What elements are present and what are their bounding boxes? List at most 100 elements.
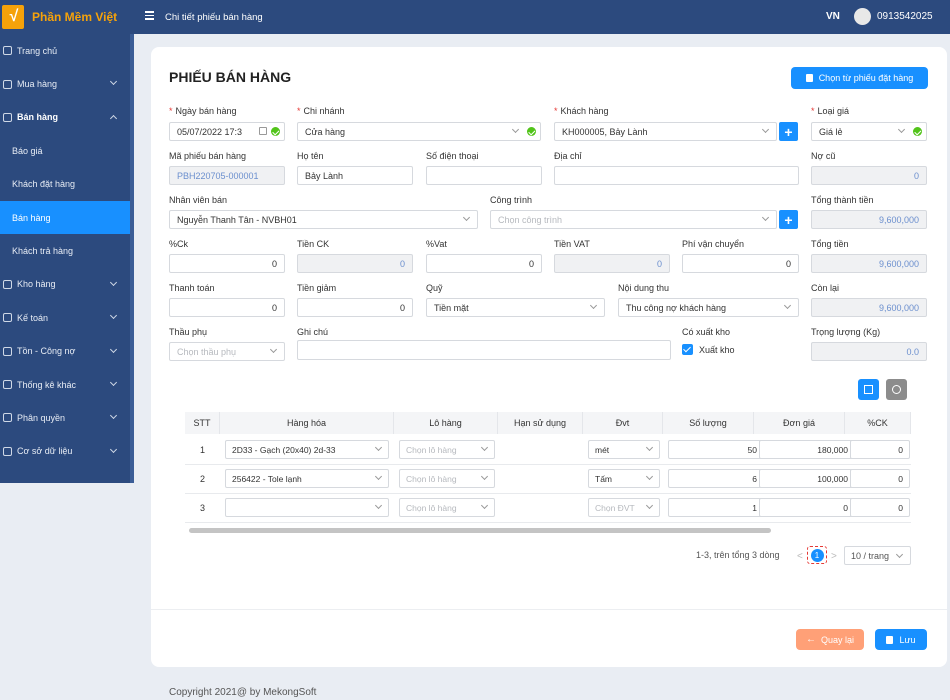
- chevron-down-icon: [511, 125, 520, 134]
- don-gia-input[interactable]: 180,000: [759, 440, 855, 459]
- so-luong-input[interactable]: 1: [668, 498, 764, 517]
- cong-trinh-select[interactable]: Chọn công trình: [490, 210, 777, 229]
- dvt-select[interactable]: mét: [588, 440, 660, 459]
- language-switcher[interactable]: VN: [826, 11, 840, 22]
- add-row-button[interactable]: [858, 379, 879, 400]
- quy-value: Tiền mặt: [434, 303, 469, 313]
- chi-nhanh-value: Cửa hàng: [305, 127, 346, 137]
- save-button[interactable]: Lưu: [875, 629, 927, 650]
- dvt-value: Tấm: [595, 474, 612, 484]
- user-phone[interactable]: 0913542025: [877, 11, 933, 22]
- cong-trinh-placeholder: Chọn công trình: [498, 215, 563, 225]
- khach-hang-select[interactable]: KH000005, Bảy Lành: [554, 122, 777, 141]
- sidebar-item-mua-hang[interactable]: Mua hàng: [0, 67, 130, 100]
- pagination-page-current[interactable]: 1: [807, 546, 827, 564]
- sidebar-item-kho-hang[interactable]: Kho hàng: [0, 268, 130, 301]
- chevron-down-icon: [589, 301, 598, 310]
- sidebar-item-ban-hang-active[interactable]: Bán hàng: [0, 200, 130, 235]
- pagination-next-button[interactable]: >: [831, 551, 837, 562]
- don-gia-input[interactable]: 100,000: [759, 469, 855, 488]
- sidebar-item-co-so-du-lieu[interactable]: Cơ sở dữ liệu: [0, 435, 130, 468]
- avatar[interactable]: [854, 8, 871, 25]
- sidebar-item-label: Cơ sở dữ liệu: [17, 446, 73, 457]
- sales-receipt-card: PHIẾU BÁN HÀNG Chọn từ phiếu đặt hàng * N…: [151, 47, 947, 667]
- ghi-chu-textarea[interactable]: [297, 340, 671, 360]
- chevron-up-icon: [109, 114, 118, 122]
- hang-hoa-select[interactable]: 2D33 - Gạch (20x40) 2d-33: [225, 440, 389, 459]
- table-row: 1 2D33 - Gạch (20x40) 2d-33 Chọn lô hàng…: [185, 436, 911, 465]
- ck-input[interactable]: 0: [169, 254, 285, 273]
- ck-cell-input[interactable]: 0: [850, 498, 910, 517]
- phi-van-chuyen-input[interactable]: 0: [682, 254, 799, 273]
- chi-nhanh-select[interactable]: Cửa hàng: [297, 122, 541, 141]
- add-project-button[interactable]: +: [779, 210, 798, 229]
- sidebar-item-ban-hang[interactable]: Bán hàng: [0, 101, 130, 134]
- check-circle-icon: [271, 127, 280, 136]
- brand[interactable]: √ Phần Mềm Việt: [0, 0, 134, 34]
- table-row: 3 Chọn lô hàng Chọn ĐVT 1 0 0: [185, 494, 911, 523]
- chevron-down-icon: [109, 445, 118, 453]
- lo-hang-select[interactable]: Chọn lô hàng: [399, 440, 495, 459]
- hang-hoa-select[interactable]: 256422 - Tole lạnh: [225, 469, 389, 488]
- accounting-icon: [3, 313, 12, 323]
- sidebar-item-trang-chu[interactable]: Trang chủ: [0, 34, 130, 67]
- check-circle-icon: [527, 127, 536, 136]
- copyright: Copyright 2021@ by MekongSoft: [169, 687, 317, 698]
- pagination-prev-button[interactable]: <: [797, 551, 803, 562]
- col-header-ck: %CK: [845, 412, 911, 434]
- lo-hang-select[interactable]: Chọn lô hàng: [399, 498, 495, 517]
- dia-chi-input[interactable]: [554, 166, 799, 185]
- sale-icon: [3, 112, 12, 122]
- chevron-down-icon: [761, 125, 770, 134]
- cell-stt: 3: [199, 503, 205, 513]
- sidebar-item-khach-tra-hang[interactable]: Khách trả hàng: [0, 234, 130, 267]
- sidebar-item-thong-ke-khac[interactable]: Thống kê khác: [0, 368, 130, 401]
- chevron-down-icon: [109, 345, 118, 353]
- choose-from-order-button[interactable]: Chọn từ phiếu đặt hàng: [791, 67, 928, 89]
- breadcrumb: Chi tiết phiếu bán hàng: [165, 12, 263, 23]
- tong-thanh-tien-label: Tổng thành tiền: [811, 195, 874, 205]
- thanh-toan-input[interactable]: 0: [169, 298, 285, 317]
- home-icon: [3, 46, 12, 56]
- page-size-select[interactable]: 10 / trang: [844, 546, 911, 565]
- lo-hang-placeholder: Chọn lô hàng: [406, 474, 457, 484]
- back-button[interactable]: ← Quay lại: [796, 629, 864, 650]
- chevron-down-icon: [109, 78, 118, 86]
- thau-phu-select[interactable]: Chọn thầu phụ: [169, 342, 285, 361]
- xuat-kho-checkbox[interactable]: [682, 344, 693, 355]
- add-customer-button[interactable]: +: [779, 122, 798, 141]
- hang-hoa-select[interactable]: [225, 498, 389, 517]
- sidebar-item-bao-gia[interactable]: Báo giá: [0, 134, 130, 167]
- hang-hoa-value: 2D33 - Gạch (20x40) 2d-33: [232, 445, 336, 455]
- chevron-down-icon: [783, 301, 792, 310]
- don-gia-input[interactable]: 0: [759, 498, 855, 517]
- ho-ten-input[interactable]: Bảy Lành: [297, 166, 413, 185]
- lo-hang-select[interactable]: Chọn lô hàng: [399, 469, 495, 488]
- sidebar-item-ton-cong-no[interactable]: Tồn - Công nợ: [0, 335, 130, 368]
- dvt-select[interactable]: Chọn ĐVT: [588, 498, 660, 517]
- sidebar-item-ke-toan[interactable]: Kế toán: [0, 301, 130, 334]
- sidebar-item-phan-quyen[interactable]: Phân quyền: [0, 401, 130, 434]
- vat-input[interactable]: 0: [426, 254, 542, 273]
- loai-gia-label: * Loại giá: [811, 106, 850, 116]
- sidebar-item-khach-dat-hang[interactable]: Khách đặt hàng: [0, 168, 130, 201]
- chevron-down-icon: [480, 501, 489, 510]
- noi-dung-thu-select[interactable]: Thu công nợ khách hàng: [618, 298, 799, 317]
- noi-dung-thu-label: Nội dung thu: [618, 283, 670, 293]
- tien-giam-input[interactable]: 0: [297, 298, 413, 317]
- so-luong-input[interactable]: 50: [668, 440, 764, 459]
- hamburger-menu-icon[interactable]: [145, 11, 154, 20]
- dvt-placeholder: Chọn ĐVT: [595, 503, 635, 513]
- dvt-select[interactable]: Tấm: [588, 469, 660, 488]
- quy-select[interactable]: Tiền mặt: [426, 298, 605, 317]
- nhan-vien-select[interactable]: Nguyễn Thanh Tân - NVBH01: [169, 210, 478, 229]
- ngay-ban-hang-field[interactable]: 05/07/2022 17:3: [169, 122, 285, 141]
- ck-cell-input[interactable]: 0: [850, 440, 910, 459]
- table-settings-button[interactable]: [886, 379, 907, 400]
- loai-gia-select[interactable]: Giá lẻ: [811, 122, 927, 141]
- ck-cell-input[interactable]: 0: [850, 469, 910, 488]
- table-horizontal-scrollbar[interactable]: [189, 528, 771, 533]
- so-luong-input[interactable]: 6: [668, 469, 764, 488]
- col-header-don-gia: Đơn giá: [754, 412, 845, 434]
- so-dien-thoai-input[interactable]: [426, 166, 542, 185]
